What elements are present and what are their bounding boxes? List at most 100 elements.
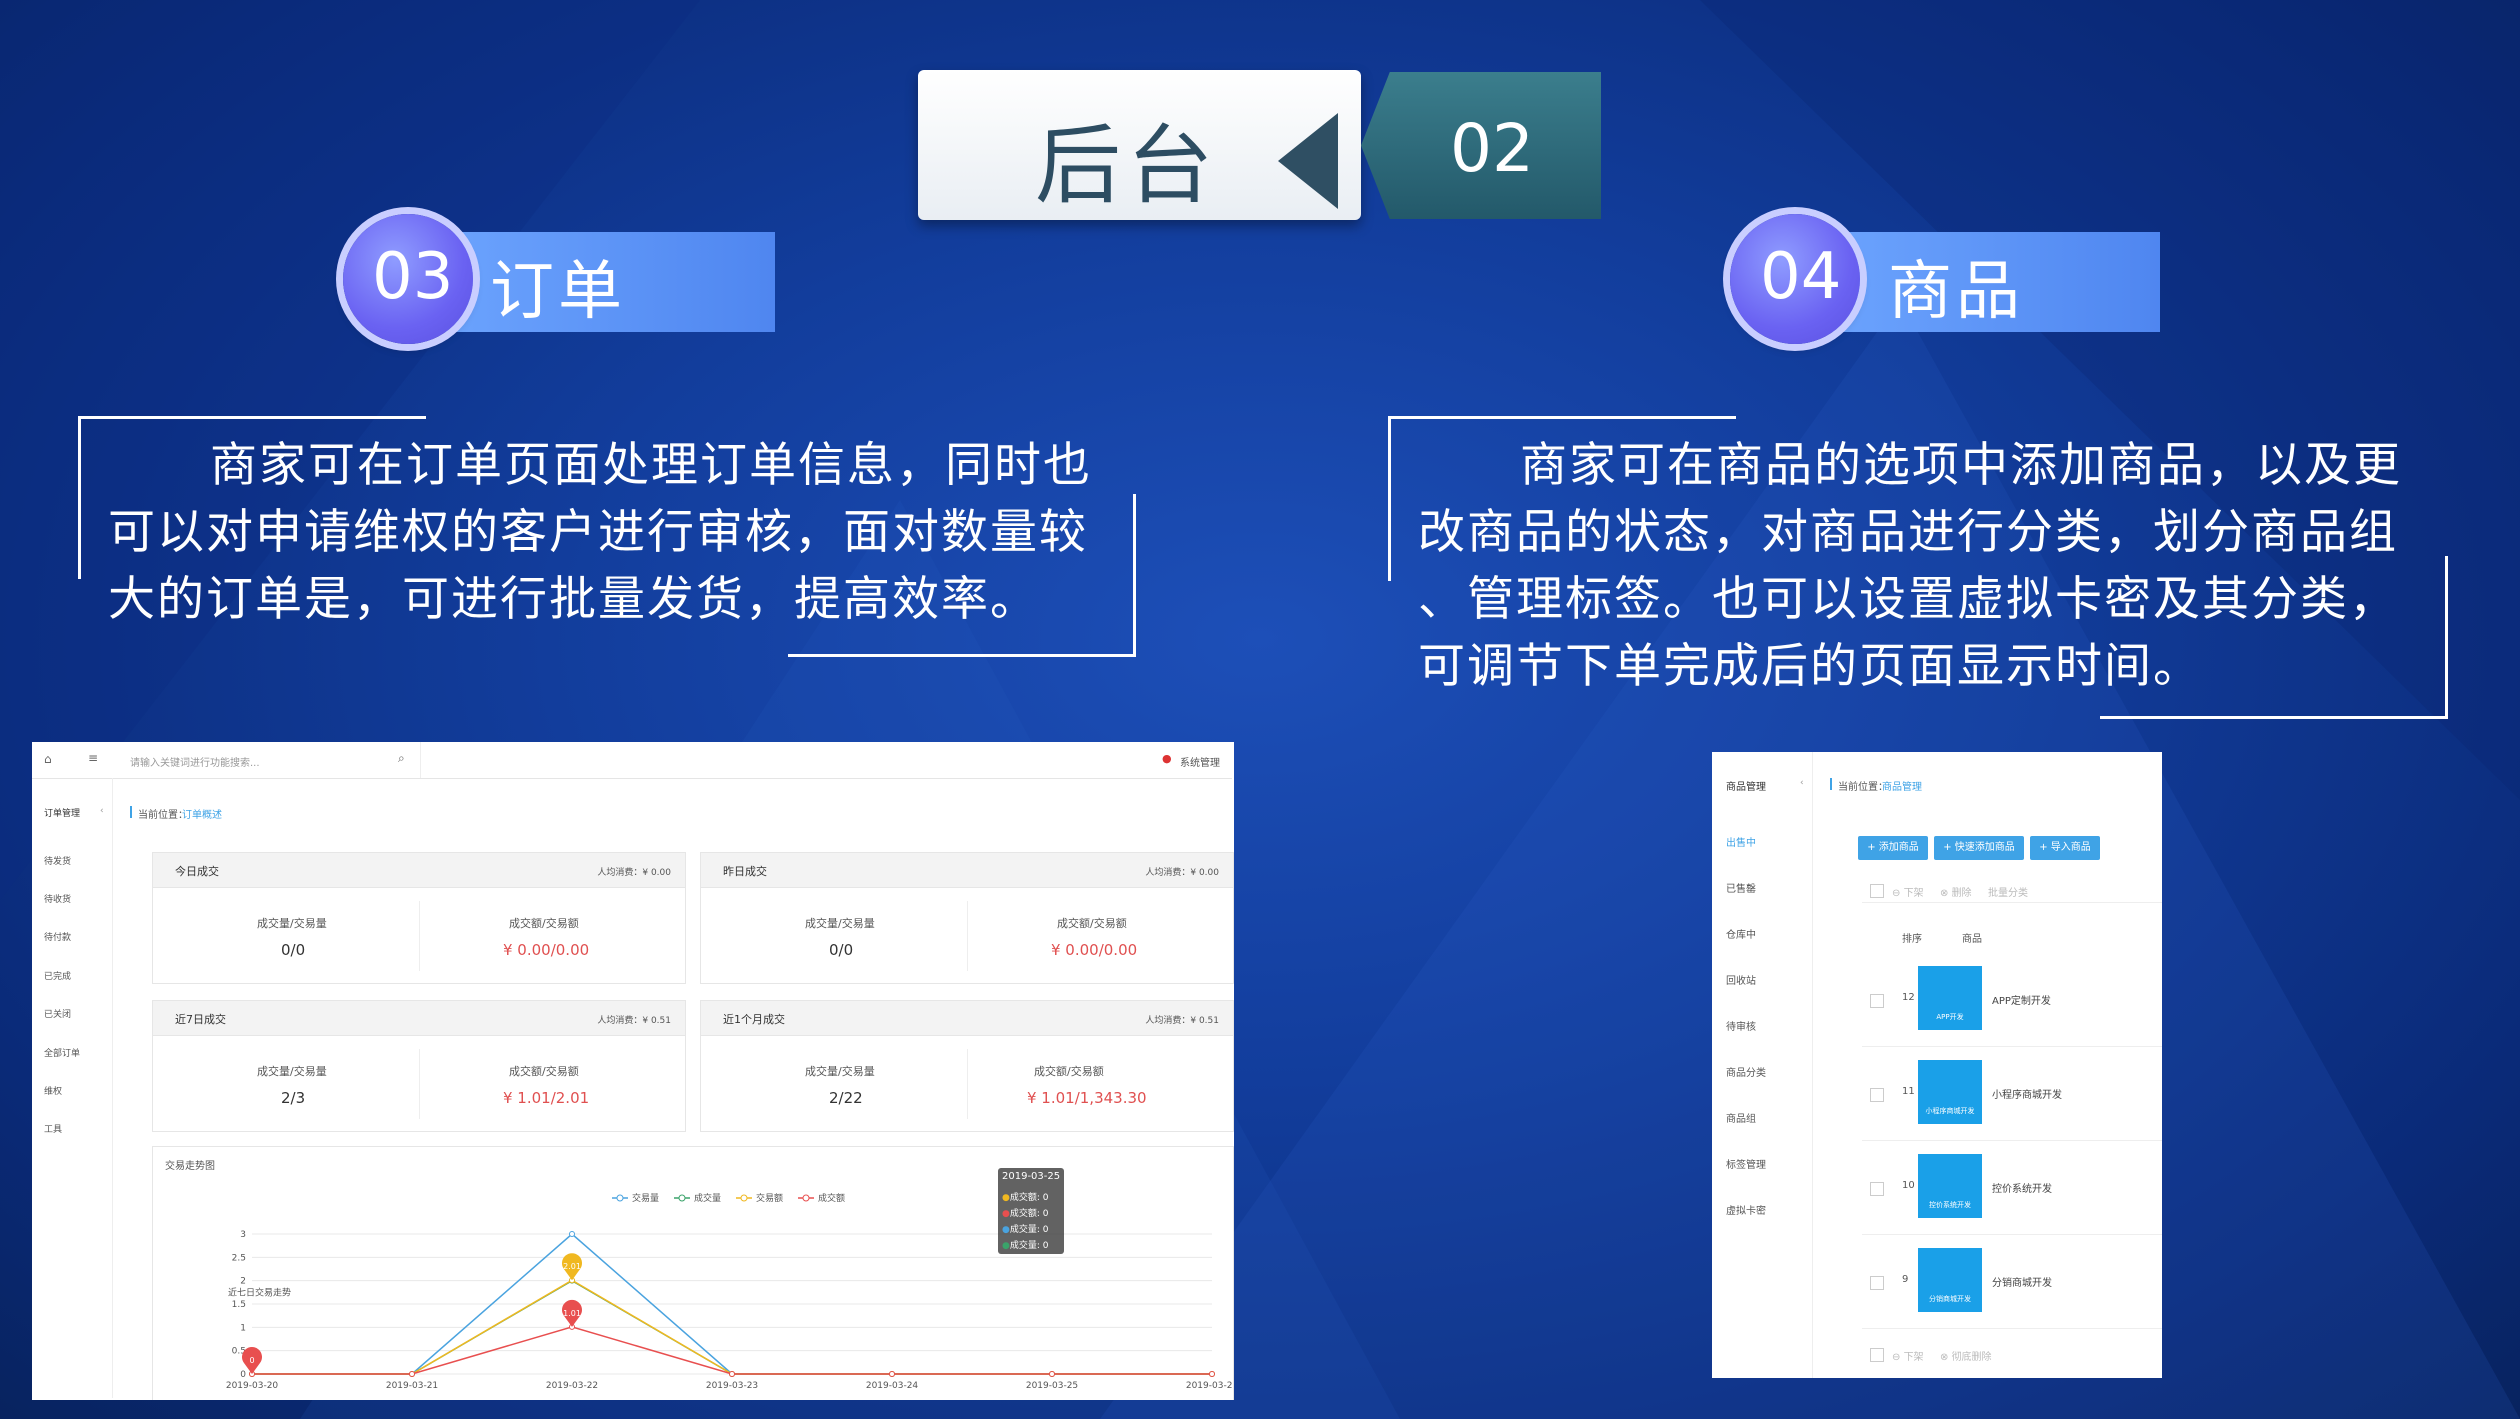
home-icon[interactable]: ⌂	[44, 752, 52, 766]
delist-button[interactable]: ⊖ 下架	[1892, 1348, 1924, 1363]
card-title: 昨日成交	[723, 865, 767, 878]
sidebar-item-tags[interactable]: 标签管理	[1726, 1156, 1766, 1171]
goods-thumbnail: 小程序商城开发	[1918, 1060, 1982, 1124]
sidebar-item-recycle[interactable]: 回收站	[1726, 972, 1756, 987]
orders-paragraph: 商家可在订单页面处理订单信息，同时也 可以对申请维权的客户进行审核，面对数量较 …	[108, 432, 1118, 633]
table-row[interactable]: 10 控价系统开发 控价系统开发	[1862, 1140, 2162, 1235]
goods-screenshot: 商品管理 出售中 已售罄 仓库中 回收站 待审核 商品分类 商品组 标签管理 虚…	[1712, 752, 2162, 1378]
breadcrumb-current[interactable]: 订单概述	[182, 806, 222, 821]
chart-y-tick-label: 2	[240, 1277, 246, 1287]
add-goods-button[interactable]: + 添加商品	[1858, 836, 1928, 860]
table-row[interactable]: 12 APP开发 APP定制开发	[1862, 952, 2162, 1047]
sidebar-item-sold-out[interactable]: 已售罄	[1726, 880, 1756, 895]
chart-legend-marker	[740, 1194, 748, 1202]
sidebar-item-virtual-card[interactable]: 虚拟卡密	[1726, 1202, 1766, 1217]
sidebar-item-to-pay[interactable]: 待付款	[44, 930, 71, 943]
select-all-checkbox[interactable]	[1870, 1348, 1884, 1362]
row-checkbox[interactable]	[1870, 1182, 1884, 1196]
user-icon[interactable]: ●	[1162, 752, 1172, 765]
collapse-chevron-icon[interactable]: ‹	[1800, 778, 1804, 788]
sidebar-item-completed[interactable]: 已完成	[44, 969, 71, 982]
chart-x-tick-label: 2019-03-25	[1026, 1381, 1078, 1391]
system-admin-link[interactable]: 系统管理	[1180, 754, 1220, 769]
collapse-chevron-icon[interactable]: ‹	[100, 806, 104, 816]
sidebar-item-to-ship[interactable]: 待发货	[44, 854, 71, 867]
breadcrumb-marker	[1830, 778, 1832, 790]
chart-legend-marker	[802, 1194, 810, 1202]
sidebar-item-closed[interactable]: 已关闭	[44, 1007, 71, 1020]
goods-footer-toolbar: ⊖ 下架 ⊗ 彻底删除	[1862, 1340, 2162, 1370]
quick-add-goods-button[interactable]: + 快速添加商品	[1934, 836, 2024, 860]
chart-legend-label: 成交量	[694, 1192, 721, 1204]
chart-x-tick-label: 2019-03-26	[1186, 1381, 1232, 1391]
title-number: 02	[1450, 110, 1534, 187]
sidebar-item-category[interactable]: 商品分类	[1726, 1064, 1766, 1079]
goods-breadcrumb-current[interactable]: 商品管理	[1882, 778, 1922, 793]
chart-x-tick-label: 2019-03-21	[386, 1381, 438, 1391]
sidebar-title: 订单管理	[44, 809, 81, 819]
goods-paragraph-line: 可调节下单完成后的页面显示时间。	[1418, 639, 2202, 694]
sidebar-item-all-orders[interactable]: 全部订单	[44, 1046, 80, 1059]
goods-thumbnail: 控价系统开发	[1918, 1154, 1982, 1218]
sidebar-item-to-receive[interactable]: 待收货	[44, 892, 71, 905]
card-value: ¥ 1.01/2.01	[503, 1089, 590, 1107]
delist-button[interactable]: ⊖ 下架	[1892, 884, 1924, 899]
row-checkbox[interactable]	[1870, 1276, 1884, 1290]
goods-name[interactable]: APP定制开发	[1992, 992, 2051, 1007]
chart-pin-label: 1.01	[563, 1309, 581, 1318]
sidebar-item-on-sale[interactable]: 出售中	[1726, 834, 1756, 849]
goods-paragraph-line: 、管理标签。也可以设置虚拟卡密及其分类，	[1418, 572, 2398, 627]
goods-name[interactable]: 分销商城开发	[1992, 1274, 2052, 1289]
search-icon[interactable]: ⌕	[398, 751, 405, 766]
sidebar-item-tools[interactable]: 工具	[44, 1122, 62, 1135]
stat-card-today: 今日成交 人均消费：¥ 0.00 成交量/交易量 0/0 成交额/交易额 ¥ 0…	[152, 852, 686, 984]
menu-icon[interactable]: ≡	[88, 751, 98, 765]
row-checkbox[interactable]	[1870, 994, 1884, 1008]
chart-x-tick-label: 2019-03-20	[226, 1381, 279, 1391]
goods-name[interactable]: 小程序商城开发	[1992, 1086, 2062, 1101]
card-label: 成交额/交易额	[1057, 917, 1127, 930]
row-sort: 12	[1902, 992, 1915, 1003]
sidebar-item-warehouse[interactable]: 仓库中	[1726, 926, 1756, 941]
batch-category-button[interactable]: 批量分类	[1988, 884, 2028, 899]
permanent-delete-button[interactable]: ⊗ 彻底删除	[1940, 1348, 1992, 1363]
card-title: 近1个月成交	[723, 1013, 785, 1026]
delete-button[interactable]: ⊗ 删除	[1940, 884, 1972, 899]
column-header-sort: 排序	[1902, 934, 1922, 945]
card-label: 成交额/交易额	[509, 917, 579, 930]
breadcrumb-label: 当前位置：	[138, 810, 188, 821]
orders-paragraph-line: 商家可在订单页面处理订单信息，同时也	[210, 438, 1092, 493]
chart-point	[409, 1371, 415, 1377]
card-avg: 人均消费：¥ 0.51	[597, 1016, 671, 1026]
select-all-checkbox[interactable]	[1870, 884, 1884, 898]
card-title: 近7日成交	[175, 1013, 226, 1026]
chart-pin-label: 0	[249, 1356, 254, 1365]
goods-name[interactable]: 控价系统开发	[1992, 1180, 2052, 1195]
import-goods-button[interactable]: + 导入商品	[2030, 836, 2100, 860]
chart-y-tick-label: 1.5	[232, 1300, 246, 1310]
sidebar-item-pending[interactable]: 待审核	[1726, 1018, 1756, 1033]
card-label: 成交额/交易额	[1034, 1065, 1104, 1078]
chart-legend-marker	[678, 1194, 686, 1202]
sidebar-item-rights[interactable]: 维权	[44, 1084, 62, 1097]
sidebar-item-group[interactable]: 商品组	[1726, 1110, 1756, 1125]
table-row[interactable]: 11 小程序商城开发 小程序商城开发	[1862, 1046, 2162, 1141]
chart-x-tick-label: 2019-03-22	[546, 1381, 598, 1391]
orders-paragraph-line: 可以对申请维权的客户进行审核，面对数量较	[108, 505, 1088, 560]
trend-chart: 32.521.510.50近七日交易走势2019-03-20 2019-03-21…	[226, 1192, 1232, 1391]
order-search-input[interactable]: 请输入关键词进行功能搜索...	[130, 754, 260, 769]
orders-section-title: 订单	[490, 255, 626, 329]
row-checkbox[interactable]	[1870, 1088, 1884, 1102]
goods-section-title: 商品	[1888, 255, 2024, 329]
card-value: 2/22	[829, 1089, 863, 1107]
order-sidebar: 订单管理 待发货 待收货 待付款 已完成 已关闭 全部订单 维权 工具 ‹	[32, 778, 113, 1398]
row-sort: 9	[1902, 1274, 1909, 1285]
card-label: 成交量/交易量	[257, 917, 327, 930]
stat-card-7days: 近7日成交 人均消费：¥ 0.51 成交量/交易量 2/3 成交额/交易额 ¥ …	[152, 1000, 686, 1132]
card-avg: 人均消费：¥ 0.00	[1145, 868, 1219, 878]
table-row[interactable]: 9 分销商城开发 分销商城开发	[1862, 1234, 2162, 1329]
chart-y-tick-label: 0	[240, 1370, 246, 1380]
card-value: ¥ 1.01/1,343.30	[1027, 1089, 1147, 1107]
chart-legend-marker	[616, 1194, 624, 1202]
chart-x-tick-label: 2019-03-24	[866, 1381, 919, 1391]
